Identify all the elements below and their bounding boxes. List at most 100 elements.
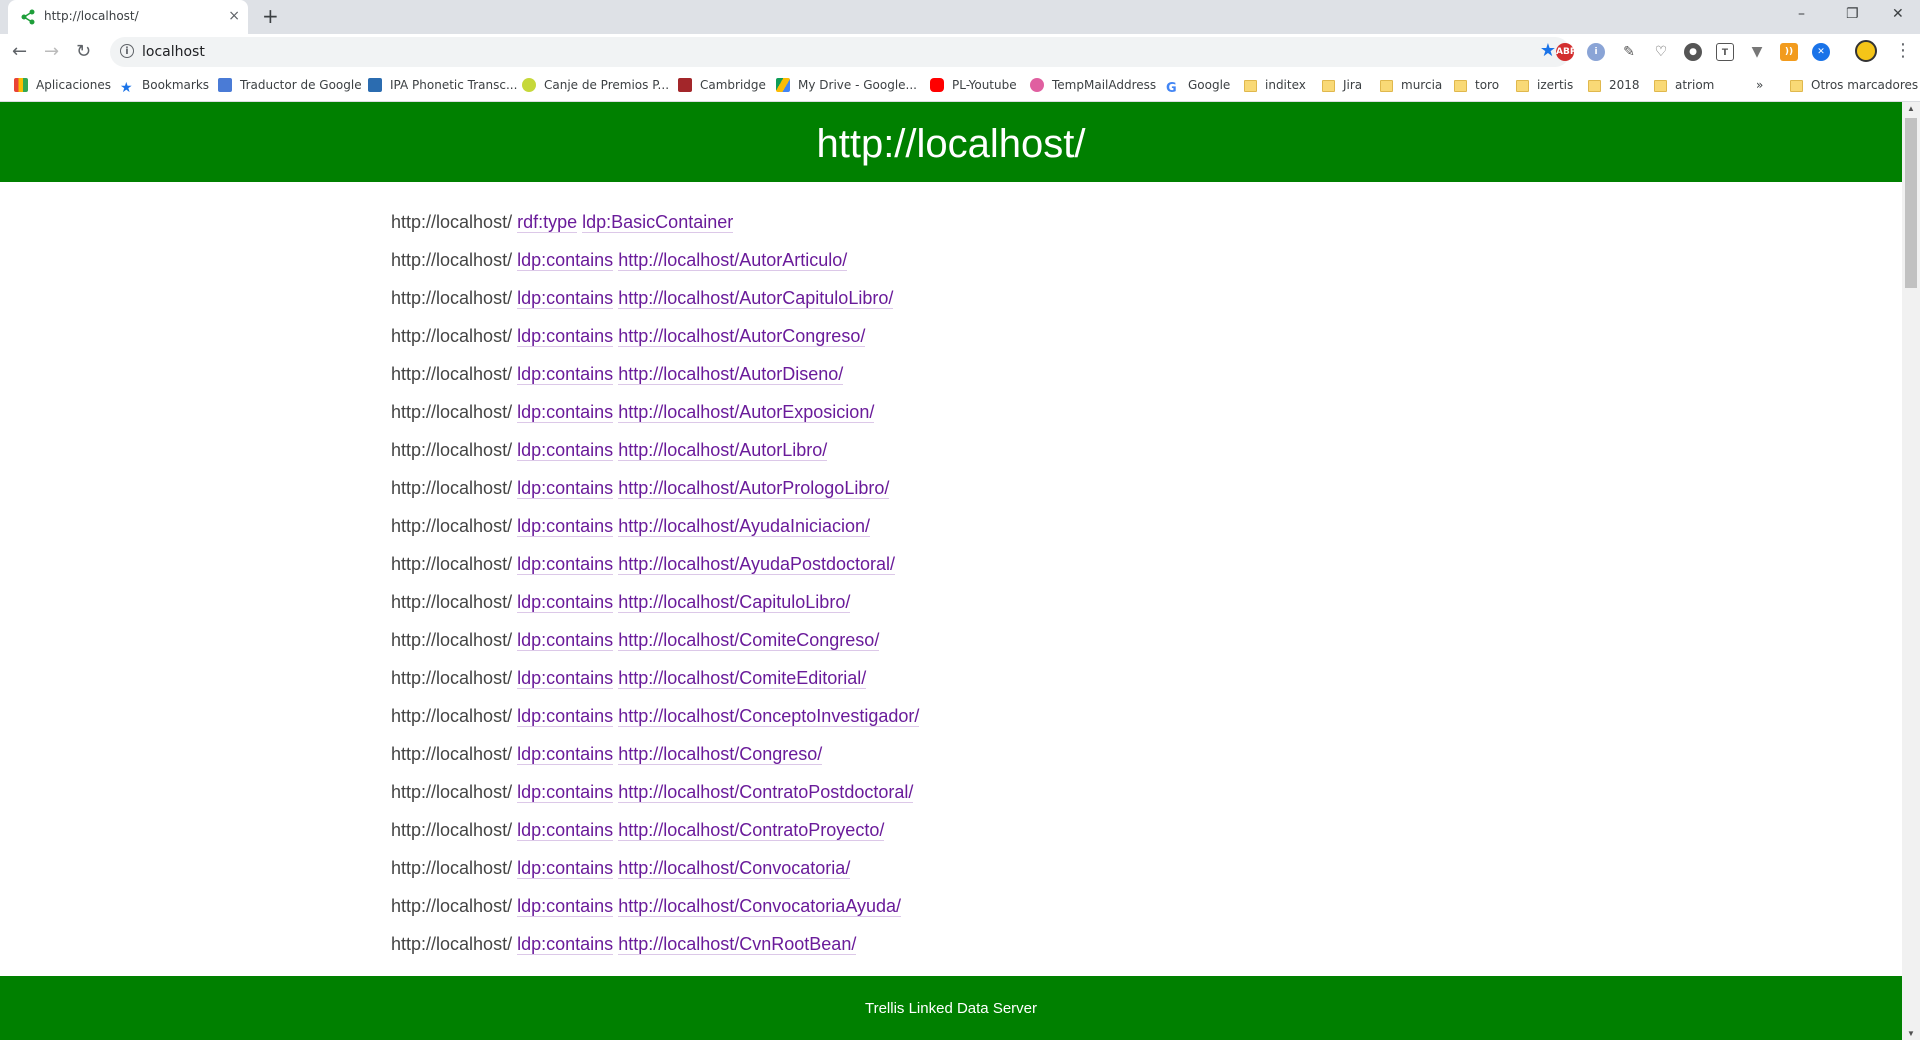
forward-button[interactable]: →: [44, 42, 59, 62]
sync-icon[interactable]: ✕: [1812, 43, 1830, 61]
bookmark-folder-jira[interactable]: Jira: [1322, 78, 1362, 92]
bookmark-ipa[interactable]: IPA Phonetic Transc...: [368, 78, 517, 92]
triple-object-link[interactable]: http://localhost/AutorCapituloLibro/: [618, 288, 894, 309]
triple-object-link[interactable]: http://localhost/Congreso/: [618, 744, 823, 765]
bookmark-apps[interactable]: Aplicaciones: [14, 78, 111, 92]
close-window-button[interactable]: ✕: [1892, 6, 1904, 22]
bookmarks-overflow-button[interactable]: »: [1756, 78, 1763, 92]
bookmark-tempmail[interactable]: TempMailAddress: [1030, 78, 1156, 92]
triple-predicate-link[interactable]: ldp:contains: [517, 668, 614, 689]
record-icon[interactable]: ●: [1684, 43, 1702, 61]
triple-predicate-link[interactable]: ldp:contains: [517, 896, 614, 917]
folder-icon: [1380, 80, 1393, 92]
triple-object-link[interactable]: http://localhost/AutorCongreso/: [618, 326, 866, 347]
restore-button[interactable]: ❐: [1846, 6, 1859, 22]
triple-predicate-link[interactable]: ldp:contains: [517, 288, 614, 309]
triple-row: http://localhost/ ldp:contains http://lo…: [391, 473, 919, 511]
triple-row: http://localhost/ ldp:contains http://lo…: [391, 891, 919, 929]
bookmark-folder-murcia[interactable]: murcia: [1380, 78, 1442, 92]
triple-predicate-link[interactable]: ldp:contains: [517, 250, 614, 271]
scroll-down-icon[interactable]: ▼: [1907, 1029, 1915, 1038]
triple-object-link[interactable]: http://localhost/AutorExposicion/: [618, 402, 875, 423]
triple-object-link[interactable]: http://localhost/ConvocatoriaAyuda/: [618, 896, 902, 917]
triple-predicate-link[interactable]: ldp:contains: [517, 326, 614, 347]
triple-object-link[interactable]: http://localhost/ComiteCongreso/: [618, 630, 880, 651]
triple-predicate-link[interactable]: ldp:contains: [517, 858, 614, 879]
eyedropper-icon[interactable]: ✎: [1620, 43, 1638, 61]
triple-predicate-link[interactable]: ldp:contains: [517, 630, 614, 651]
bookmark-folder-toro[interactable]: toro: [1454, 78, 1499, 92]
profile-avatar[interactable]: [1855, 40, 1877, 62]
bookmark-drive[interactable]: My Drive - Google...: [776, 78, 917, 92]
triple-predicate-link[interactable]: ldp:contains: [517, 592, 614, 613]
reader-icon[interactable]: T: [1716, 43, 1734, 61]
triple-object-link[interactable]: http://localhost/AutorArticulo/: [618, 250, 848, 271]
triple-row: http://localhost/ ldp:contains http://lo…: [391, 245, 919, 283]
bookmark-folder-inditex[interactable]: inditex: [1244, 78, 1306, 92]
triple-object-link[interactable]: http://localhost/CapituloLibro/: [618, 592, 851, 613]
bookmark-bookmarks[interactable]: ★ Bookmarks: [120, 78, 209, 95]
triple-object-link[interactable]: http://localhost/ContratoPostdoctoral/: [618, 782, 914, 803]
triple-predicate-link[interactable]: rdf:type: [517, 212, 578, 233]
new-tab-button[interactable]: +: [262, 6, 279, 26]
back-button[interactable]: ←: [12, 42, 27, 62]
triple-predicate-link[interactable]: ldp:contains: [517, 744, 614, 765]
bookmark-translate[interactable]: Traductor de Google: [218, 78, 362, 92]
bookmark-youtube[interactable]: PL-Youtube: [930, 78, 1017, 92]
scrollbar[interactable]: ▲ ▼: [1902, 102, 1920, 1040]
triple-object-link[interactable]: http://localhost/AutorLibro/: [618, 440, 828, 461]
triple-predicate-link[interactable]: ldp:contains: [517, 440, 614, 461]
triple-object-link[interactable]: http://localhost/ConceptoInvestigador/: [618, 706, 920, 727]
bookmark-other[interactable]: Otros marcadores: [1790, 78, 1918, 92]
bookmark-folder-izertis[interactable]: izertis: [1516, 78, 1573, 92]
bookmark-folder-2018[interactable]: 2018: [1588, 78, 1640, 92]
triple-object-link[interactable]: http://localhost/AyudaIniciacion/: [618, 516, 871, 537]
reload-button[interactable]: ↻: [76, 42, 91, 62]
triple-predicate-link[interactable]: ldp:contains: [517, 402, 614, 423]
tab-strip: http://localhost/ × + – ❐ ✕: [0, 0, 1920, 34]
triple-predicate-link[interactable]: ldp:contains: [517, 478, 614, 499]
minimize-button[interactable]: –: [1798, 6, 1805, 22]
triple-object-link[interactable]: ldp:BasicContainer: [582, 212, 734, 233]
folder-icon: [1454, 80, 1467, 92]
address-bar[interactable]: i localhost ★: [110, 37, 1570, 67]
triple-subject: http://localhost/: [391, 630, 513, 650]
triple-row: http://localhost/ ldp:contains http://lo…: [391, 397, 919, 435]
triple-object-link[interactable]: http://localhost/CvnRootBean/: [618, 934, 857, 955]
triple-predicate-link[interactable]: ldp:contains: [517, 554, 614, 575]
bookmark-star-icon[interactable]: ★: [1540, 40, 1556, 61]
bookmark-cambridge[interactable]: Cambridge: [678, 78, 766, 92]
bookmark-canje[interactable]: Canje de Premios P...: [522, 78, 669, 92]
triple-row: http://localhost/ ldp:contains http://lo…: [391, 435, 919, 473]
url-text[interactable]: localhost: [142, 44, 205, 60]
triple-object-link[interactable]: http://localhost/Convocatoria/: [618, 858, 851, 879]
triple-object-link[interactable]: http://localhost/ContratoProyecto/: [618, 820, 885, 841]
triple-predicate-link[interactable]: ldp:contains: [517, 934, 614, 955]
adblock-icon[interactable]: ABP: [1556, 43, 1576, 61]
extension-icon[interactable]: i: [1587, 43, 1605, 61]
browser-tab[interactable]: http://localhost/ ×: [8, 0, 248, 34]
tab-close-icon[interactable]: ×: [228, 8, 240, 24]
triple-object-link[interactable]: http://localhost/AyudaPostdoctoral/: [618, 554, 896, 575]
scroll-thumb[interactable]: [1905, 118, 1917, 288]
triple-object-link[interactable]: http://localhost/ComiteEditorial/: [618, 668, 867, 689]
triple-predicate-link[interactable]: ldp:contains: [517, 364, 614, 385]
triple-predicate-link[interactable]: ldp:contains: [517, 820, 614, 841]
triple-predicate-link[interactable]: ldp:contains: [517, 782, 614, 803]
triple-predicate-link[interactable]: ldp:contains: [517, 706, 614, 727]
vue-icon[interactable]: ▼: [1748, 43, 1766, 61]
scroll-up-icon[interactable]: ▲: [1907, 104, 1915, 113]
triple-row: http://localhost/ ldp:contains http://lo…: [391, 929, 919, 967]
bookmark-folder-atriom[interactable]: atriom: [1654, 78, 1714, 92]
pocket-icon[interactable]: ♡: [1652, 43, 1670, 61]
triple-object-link[interactable]: http://localhost/AutorPrologoLibro/: [618, 478, 890, 499]
triple-row: http://localhost/ ldp:contains http://lo…: [391, 321, 919, 359]
triple-predicate-link[interactable]: ldp:contains: [517, 516, 614, 537]
menu-icon[interactable]: ⋮: [1894, 40, 1912, 61]
info-icon[interactable]: i: [120, 44, 134, 58]
apps-grid-icon: [14, 78, 28, 92]
share-icon: [21, 9, 35, 25]
triple-object-link[interactable]: http://localhost/AutorDiseno/: [618, 364, 844, 385]
rss-icon[interactable]: )): [1780, 43, 1798, 61]
bookmark-google[interactable]: G Google: [1166, 78, 1230, 96]
